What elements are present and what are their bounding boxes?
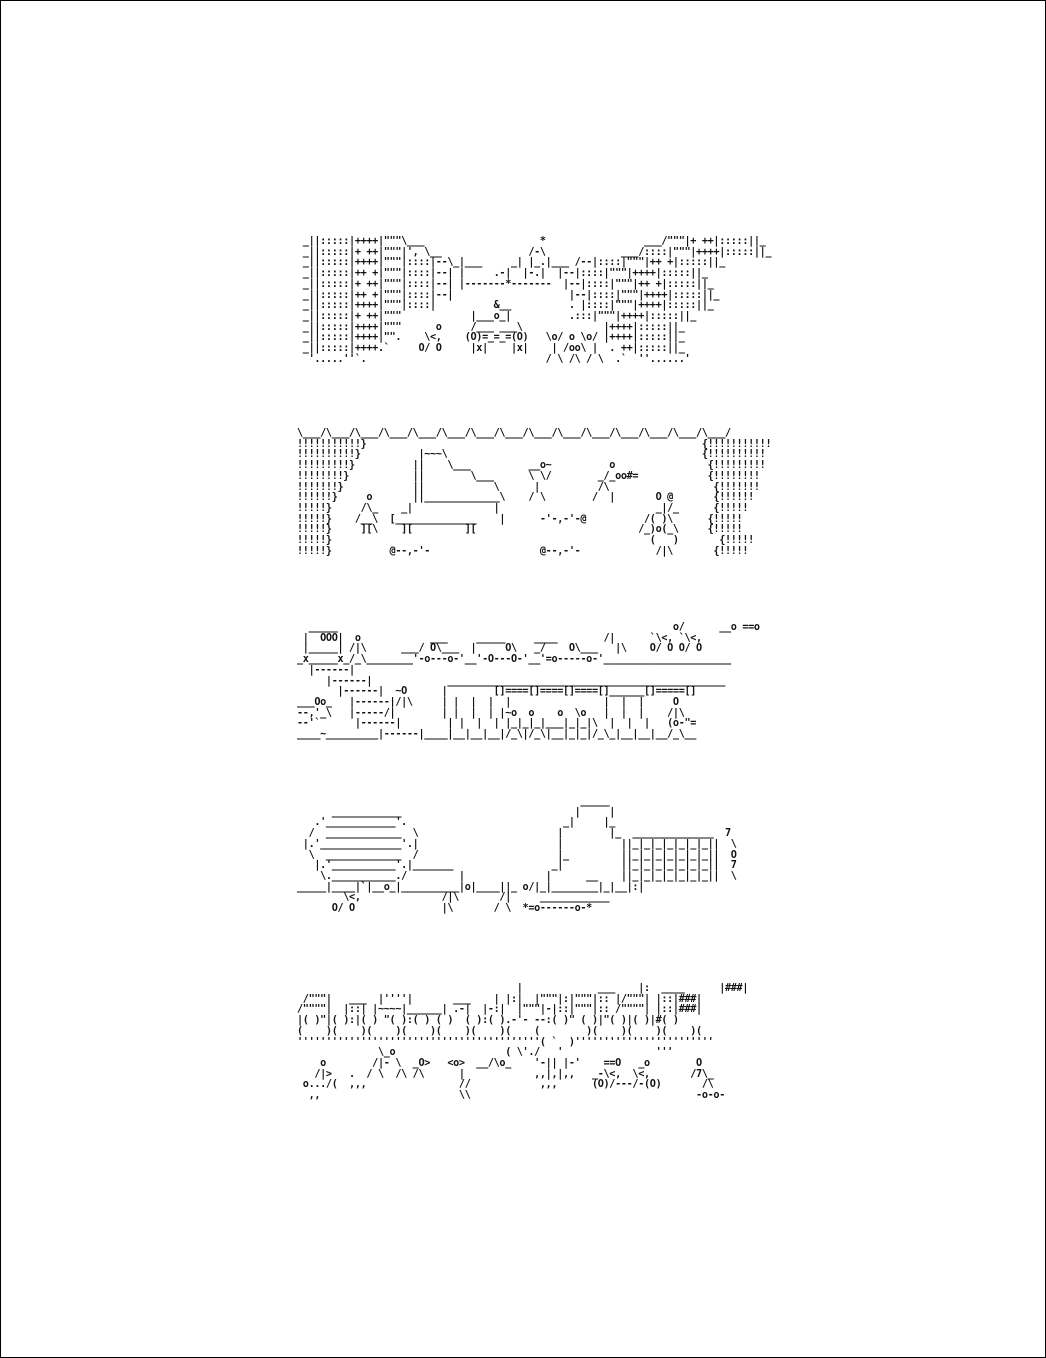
ascii-art-market-street: | ___ |: ____ |###| /"""| ___ |''''| ___… [297,983,749,1102]
document-page: _||:::::|++++|"""\___ * ___/"""|+ ++|:::… [0,0,1046,1358]
ascii-art-concert-hall: \___/\___/\___/\___/\___/\___/\___/\___/… [297,428,772,557]
ascii-art-city-street: _||:::::|++++|"""\___ * ___/"""|+ ++|:::… [302,236,772,365]
ascii-art-traffic-and-train: _____ o/ __o ==o | OOO| o ___ _____ ____… [297,622,760,741]
ascii-art-stadium-and-building: _____ ____________ | | .'____________'. … [297,796,737,915]
